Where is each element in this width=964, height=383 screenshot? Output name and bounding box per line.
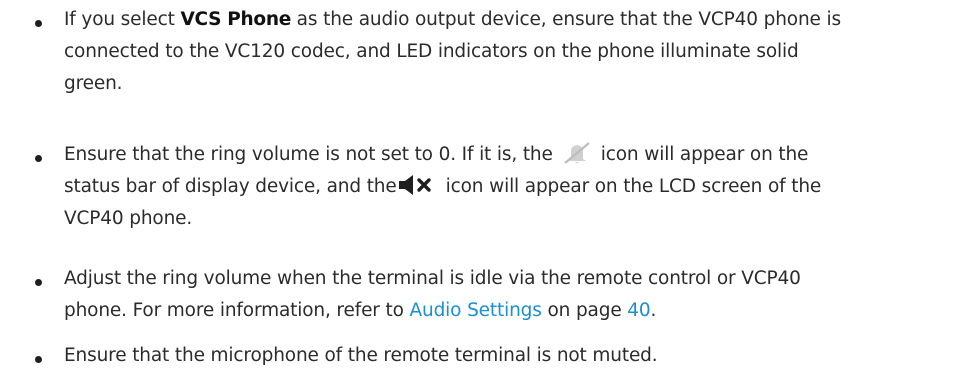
text-line: phone. For more information, refer to Au… [64,295,954,327]
text-line: Ensure that the microphone of the remote… [64,345,658,366]
text-segment: phone. For more information, refer to [64,300,410,321]
text-segment: as the audio output device, ensure that … [290,9,841,30]
text-line: VCP40 phone. [64,208,193,229]
text-segment: If you select [64,9,181,30]
emphasis-vcs-phone: VCS Phone [180,9,291,30]
text-segment: on page [541,300,628,321]
text-line: status bar of display device, and the ic… [64,171,954,203]
text-line: Adjust the ring volume when the terminal… [64,268,801,289]
text-line: Ensure that the ring volume is not set t… [64,139,954,171]
text-line: connected to the VC120 codec, and LED in… [64,41,799,62]
list-item-text: Ensure that the ring volume is not set t… [64,139,954,235]
text-line: If you select VCS Phone as the audio out… [64,4,954,36]
text-segment: status bar of display device, and the [64,176,397,197]
muted-bell-icon [563,142,593,164]
text-segment: icon will appear on the LCD screen of th… [445,176,822,197]
audio-settings-link[interactable]: Audio Settings [410,300,542,321]
bullet-dot [35,279,42,286]
speaker-muted-icon [398,174,436,196]
troubleshooting-bullet-list: If you select VCS Phone as the audio out… [0,0,964,383]
list-item-text: If you select VCS Phone as the audio out… [64,4,954,100]
text-segment: . [650,300,657,321]
text-line: green. [64,73,123,94]
bullet-dot [35,20,42,27]
bullet-dot [35,356,42,363]
text-segment: icon will appear on the [600,144,809,165]
list-item-text: Adjust the ring volume when the terminal… [64,263,954,327]
list-item-text: Ensure that the microphone of the remote… [64,340,954,372]
bullet-dot [35,155,42,162]
text-segment: Ensure that the ring volume is not set t… [64,144,553,165]
page-40-link[interactable]: 40 [627,300,650,321]
